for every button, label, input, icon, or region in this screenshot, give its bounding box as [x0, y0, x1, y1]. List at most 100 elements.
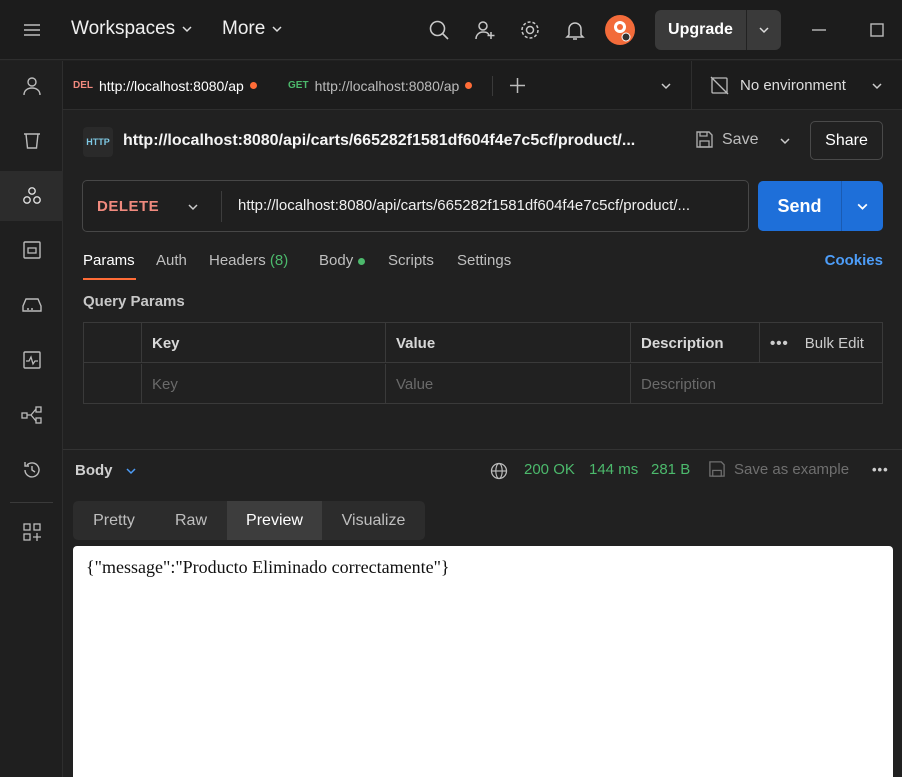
body-indicator-dot [358, 257, 366, 265]
hamburger-menu-icon[interactable] [22, 21, 42, 39]
sidebar-divider [10, 502, 53, 503]
url-bar-divider [221, 191, 222, 222]
chevron-down-icon [759, 27, 769, 34]
method-selector[interactable]: DELETE [97, 198, 159, 215]
tab-method: DEL [73, 80, 93, 91]
save-button[interactable]: Save [695, 130, 758, 149]
response-time[interactable]: 144 ms [589, 461, 638, 478]
http-request-icon: HTTP [83, 127, 113, 157]
sidebar-item-environments[interactable] [0, 225, 63, 275]
request-header: HTTP http://localhost:8080/api/carts/665… [63, 110, 902, 172]
status-badge[interactable]: 200 OK [524, 461, 575, 478]
new-tab-plus-icon[interactable] [509, 77, 526, 94]
more-options-icon[interactable]: ••• [770, 335, 789, 352]
request-title[interactable]: http://localhost:8080/api/carts/665282f1… [123, 132, 635, 150]
environment-icon [22, 241, 41, 259]
history-icon [23, 462, 40, 478]
save-label: Save [722, 130, 759, 148]
no-environment-icon [710, 76, 729, 95]
response-more-options-icon[interactable]: ••• [872, 462, 889, 477]
save-disk-icon [709, 461, 725, 477]
tab-raw[interactable]: Raw [155, 501, 227, 540]
settings-gear-icon[interactable] [519, 19, 541, 41]
maximize-icon[interactable] [869, 22, 885, 38]
unsaved-dot [465, 82, 473, 89]
sidebar-item-trash[interactable] [0, 115, 63, 165]
chevron-down-icon [872, 83, 882, 90]
sidebar-item-collections[interactable] [0, 171, 63, 221]
server-icon [21, 298, 42, 312]
user-avatar[interactable] [605, 15, 635, 45]
flows-icon [20, 406, 42, 424]
query-params-label: Query Params [83, 293, 185, 310]
add-grid-icon [22, 523, 41, 541]
response-body-selector[interactable]: Body [75, 462, 137, 479]
request-tab-get[interactable]: GET http://localhost:8080/ap [288, 61, 484, 110]
tabs-overflow-chevron-icon[interactable] [660, 80, 672, 92]
bulk-edit-button[interactable]: ••• Bulk Edit [759, 323, 882, 363]
table-header-row: Key Value Description ••• Bulk Edit [84, 323, 882, 363]
column-description: Description [630, 323, 759, 363]
save-disk-icon [696, 131, 713, 148]
save-as-example-label: Save as example [734, 460, 850, 478]
monitor-pulse-icon [22, 351, 41, 369]
globe-icon[interactable] [490, 462, 508, 480]
bulk-edit-label: Bulk Edit [804, 334, 864, 352]
avatar-icon [614, 21, 631, 42]
send-button[interactable]: Send [758, 181, 842, 231]
table-row: Key Value Description [84, 364, 882, 404]
response-size[interactable]: 281 B [651, 461, 690, 478]
tab-headers[interactable]: Headers (8) [209, 252, 288, 269]
tab-url: http://localhost:8080/ap [314, 77, 460, 94]
param-value-input[interactable]: Value [385, 364, 630, 404]
unsaved-dot [249, 82, 257, 89]
tab-params[interactable]: Params [83, 252, 135, 269]
workspaces-menu[interactable]: Workspaces [71, 18, 193, 40]
save-as-example-button[interactable]: Save as example [708, 460, 849, 478]
sidebar-item-add-workbench[interactable] [0, 507, 63, 557]
sidebar-item-monitors[interactable] [0, 335, 63, 385]
active-tab-underline [83, 278, 136, 280]
tab-settings[interactable]: Settings [457, 252, 511, 269]
tab-scripts[interactable]: Scripts [388, 252, 434, 269]
request-tab-strip: DEL http://localhost:8080/ap GET http://… [63, 61, 902, 110]
upgrade-dropdown[interactable] [747, 10, 781, 50]
chevron-down-icon [857, 203, 868, 210]
chevron-down-icon[interactable] [187, 201, 199, 213]
body-label: Body [319, 252, 354, 269]
environment-selector[interactable]: No environment [691, 61, 902, 110]
upgrade-button-group: Upgrade [655, 10, 781, 50]
response-view-tabs: Pretty Raw Preview Visualize [73, 501, 425, 540]
tab-divider [492, 76, 493, 96]
trash-icon [23, 133, 40, 149]
param-description-input[interactable]: Description [630, 364, 882, 404]
more-menu[interactable]: More [222, 18, 283, 40]
invite-user-icon[interactable] [474, 19, 496, 41]
upgrade-button[interactable]: Upgrade [655, 10, 747, 50]
collections-icon [22, 187, 41, 204]
chevron-down-icon [125, 467, 136, 474]
tab-pretty[interactable]: Pretty [73, 501, 155, 540]
tab-preview[interactable]: Preview [227, 501, 322, 540]
tab-visualize[interactable]: Visualize [322, 501, 425, 540]
sidebar-item-mock-servers[interactable] [0, 280, 63, 330]
url-input[interactable]: http://localhost:8080/api/carts/665282f1… [238, 197, 741, 214]
cookies-link[interactable]: Cookies [825, 252, 883, 269]
response-pane: Body 200 OK 144 ms 281 B Save as example… [63, 449, 902, 777]
sidebar-item-flows[interactable] [0, 390, 63, 440]
url-bar: DELETE http://localhost:8080/api/carts/6… [82, 180, 749, 232]
request-tab-delete[interactable]: DEL http://localhost:8080/ap [73, 61, 269, 110]
sidebar-item-history[interactable] [0, 445, 63, 495]
response-preview-frame: {"message":"Producto Eliminado correctam… [73, 546, 893, 777]
search-icon[interactable] [428, 19, 450, 41]
sidebar-item-profile[interactable] [0, 61, 63, 111]
param-key-input[interactable]: Key [141, 364, 385, 404]
headers-count: (8) [269, 252, 289, 269]
minimize-icon[interactable] [811, 22, 827, 38]
notifications-bell-icon[interactable] [564, 19, 586, 41]
send-options-dropdown[interactable] [842, 181, 883, 231]
save-options-chevron-icon[interactable] [779, 135, 791, 147]
share-button[interactable]: Share [810, 121, 883, 160]
tab-body[interactable]: Body [319, 252, 366, 269]
tab-auth[interactable]: Auth [156, 252, 187, 269]
